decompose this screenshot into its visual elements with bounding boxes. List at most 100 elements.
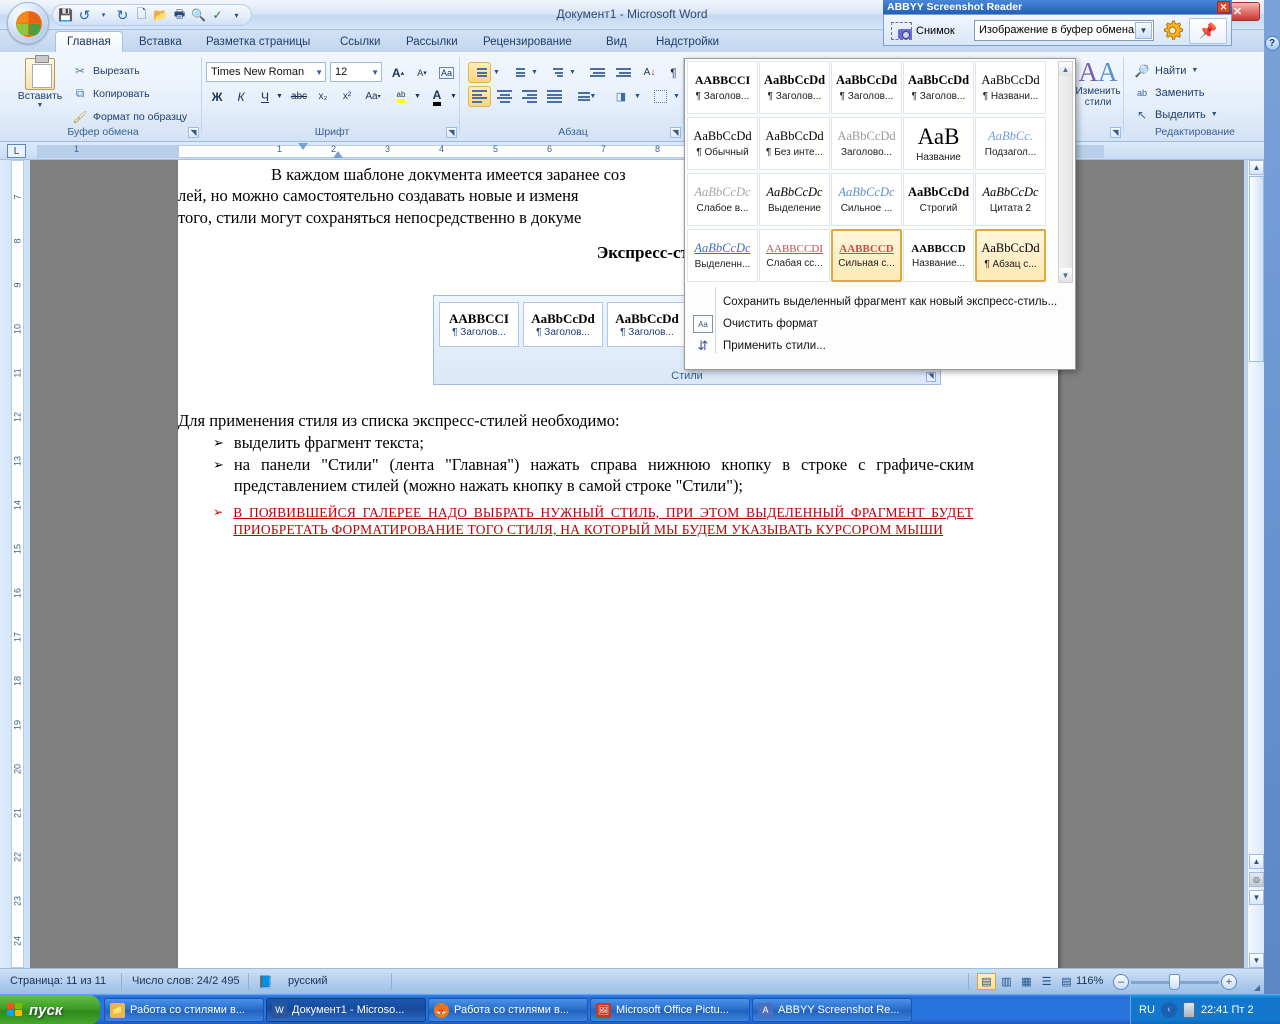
chevron-down-icon[interactable]: ▼ xyxy=(1135,22,1152,39)
select-browse-object-button[interactable]: ◎ xyxy=(1249,872,1264,887)
styles-dialog-launcher[interactable]: ◥ xyxy=(1110,127,1121,138)
grow-font-button[interactable]: A ▴ xyxy=(387,62,409,83)
tab-view[interactable]: Вид xyxy=(595,31,638,52)
justify-button[interactable] xyxy=(543,86,566,107)
document-vertical-scrollbar[interactable]: ▲ ▲ ◎ ▼ ▼ xyxy=(1247,160,1264,968)
style-cell-4[interactable]: AaBbCcDd ¶ Заголов... xyxy=(903,61,974,114)
underline-button[interactable]: Ч xyxy=(254,86,276,107)
increase-indent-button[interactable] xyxy=(612,62,635,83)
tab-selector-button[interactable]: L xyxy=(7,144,26,158)
font-color-button[interactable]: A xyxy=(426,86,448,107)
align-center-button[interactable] xyxy=(493,86,516,107)
style-cell-15[interactable]: AaBbCcDc Цитата 2 xyxy=(975,173,1046,226)
hanging-indent-marker[interactable] xyxy=(333,151,343,158)
tab-mailings[interactable]: Рассылки xyxy=(395,31,469,52)
numbering-dropdown-icon[interactable]: ▼ xyxy=(529,62,540,83)
tray-language-indicator[interactable]: RU xyxy=(1139,1004,1155,1016)
taskbar-button-3[interactable]: 🦊 Работа со стилями в... xyxy=(428,998,588,1022)
font-color-dropdown-icon[interactable]: ▼ xyxy=(448,86,459,107)
highlight-dropdown-icon[interactable]: ▼ xyxy=(412,86,423,107)
style-cell-8[interactable]: AaBbCcDd Заголово... xyxy=(831,117,902,170)
zoom-in-button[interactable]: + xyxy=(1221,974,1237,990)
menu-apply-styles[interactable]: ⇵ Применить стили... xyxy=(687,335,1075,357)
font-dialog-launcher[interactable]: ◥ xyxy=(446,127,457,138)
style-cell-2[interactable]: AaBbCcDd ¶ Заголов... xyxy=(759,61,830,114)
scroll-down-button[interactable]: ▼ xyxy=(1249,953,1264,968)
view-full-screen-reading-button[interactable]: ▥ xyxy=(997,973,1016,990)
tab-home[interactable]: Главная xyxy=(55,31,123,52)
scroll-thumb[interactable] xyxy=(1249,176,1264,362)
align-left-button[interactable] xyxy=(468,86,491,107)
style-cell-1[interactable]: AABBCCI ¶ Заголов... xyxy=(687,61,758,114)
align-right-button[interactable] xyxy=(518,86,541,107)
font-name-dropdown-icon[interactable]: ▼ xyxy=(315,68,323,77)
browse-next-button[interactable]: ▼ xyxy=(1249,890,1264,905)
zoom-slider-handle[interactable] xyxy=(1169,974,1180,990)
taskbar-button-5[interactable]: A ABBYY Screenshot Re... xyxy=(752,998,912,1022)
taskbar-button-2[interactable]: W Документ1 - Microso... xyxy=(266,998,426,1022)
style-cell-12[interactable]: AaBbCcDc Выделение xyxy=(759,173,830,226)
change-case-button[interactable]: Aa ▾ xyxy=(360,86,386,107)
styles-gallery-dropdown[interactable]: AABBCCI ¶ Заголов... AaBbCcDd ¶ Заголов...… xyxy=(684,58,1076,370)
style-cell-6[interactable]: AaBbCcDd ¶ Обычный xyxy=(687,117,758,170)
numbering-button[interactable] xyxy=(506,62,529,83)
change-styles-button[interactable]: AA Изменить стили xyxy=(1072,58,1124,108)
gallery-scroll-down-button[interactable]: ▼ xyxy=(1059,268,1072,282)
style-cell-7[interactable]: AaBbCcDd ¶ Без инте... xyxy=(759,117,830,170)
tab-addins[interactable]: Надстройки xyxy=(645,31,730,52)
abbyy-mode-select[interactable]: Изображение в буфер обмена ▼ xyxy=(974,20,1154,41)
abbyy-pin-button[interactable]: 📌 xyxy=(1189,18,1227,44)
style-cell-10[interactable]: AaBbCc. Подзагол... xyxy=(975,117,1046,170)
bold-button[interactable]: Ж xyxy=(206,86,228,107)
style-cell-11[interactable]: AaBbCcDc Слабое в... xyxy=(687,173,758,226)
font-size-dropdown-icon[interactable]: ▼ xyxy=(371,68,379,77)
view-outline-button[interactable]: ☰ xyxy=(1037,973,1056,990)
line-spacing-button[interactable]: ▼ xyxy=(572,86,602,107)
font-size-input[interactable]: 12 ▼ xyxy=(330,62,382,82)
taskbar-button-1[interactable]: 📁 Работа со стилями в... xyxy=(104,998,264,1022)
tab-page-layout[interactable]: Разметка страницы xyxy=(195,31,321,52)
format-painter-button[interactable]: 🖌 Формат по образцу xyxy=(72,106,187,127)
italic-button[interactable]: К xyxy=(230,86,252,107)
style-cell-13[interactable]: AaBbCcDc Сильное ... xyxy=(831,173,902,226)
abbyy-snapshot-button[interactable]: Снимок xyxy=(887,18,959,43)
start-button[interactable]: пуск xyxy=(0,995,100,1024)
clear-formatting-button[interactable]: Aa xyxy=(435,62,458,83)
tab-review[interactable]: Рецензирование xyxy=(472,31,583,52)
word-count[interactable]: Число слов: 24/2 495 xyxy=(132,975,240,987)
cut-button[interactable]: ✂ Вырезать xyxy=(72,60,140,81)
style-cell-3[interactable]: AaBbCcDd ¶ Заголов... xyxy=(831,61,902,114)
copy-button[interactable]: ⧉ Копировать xyxy=(72,83,150,104)
language-indicator[interactable]: русский xyxy=(288,975,327,987)
bullets-button[interactable] xyxy=(468,62,491,83)
vertical-ruler[interactable]: 7 8 9 10 11 12 13 14 15 16 17 18 19 20 2… xyxy=(0,160,30,968)
strikethrough-button[interactable]: abc xyxy=(288,86,310,107)
help-button[interactable]: ? xyxy=(1264,30,1280,56)
gallery-scroll-up-button[interactable]: ▲ xyxy=(1059,62,1072,76)
style-cell-14[interactable]: AaBbCcDd Строгий xyxy=(903,173,974,226)
zoom-out-button[interactable]: – xyxy=(1113,974,1129,990)
clipboard-dialog-launcher[interactable]: ◥ xyxy=(188,127,199,138)
first-line-indent-marker[interactable] xyxy=(298,143,308,150)
select-button[interactable]: ↖ Выделить ▼ xyxy=(1134,104,1218,125)
style-cell-16[interactable]: AaBbCcDc Выделенн... xyxy=(687,229,758,282)
style-cell-17[interactable]: AABBCCDI Слабая сс... xyxy=(759,229,830,282)
tab-insert[interactable]: Вставка xyxy=(128,31,193,52)
tab-references[interactable]: Ссылки xyxy=(329,31,392,52)
decrease-indent-button[interactable] xyxy=(586,62,609,83)
abbyy-close-button[interactable]: ✕ xyxy=(1217,1,1230,13)
browse-previous-button[interactable]: ▲ xyxy=(1249,854,1264,869)
resize-grip-icon[interactable]: ◢ xyxy=(1254,983,1260,992)
shrink-font-button[interactable]: A ▾ xyxy=(411,62,433,83)
menu-clear-formatting[interactable]: Aa Очистить формат xyxy=(687,313,1075,335)
replace-button[interactable]: ab Заменить xyxy=(1134,82,1204,103)
abbyy-screenshot-reader-window[interactable]: ABBYY Screenshot Reader ✕ Снимок Изображ… xyxy=(883,0,1232,46)
style-cell-19[interactable]: AABBCCD Название... xyxy=(903,229,974,282)
borders-button[interactable] xyxy=(649,86,671,107)
zoom-level[interactable]: 116% xyxy=(1076,975,1103,987)
style-cell-20[interactable]: AaBbCcDd ¶ Абзац с... xyxy=(975,229,1046,282)
highlight-button[interactable]: ab xyxy=(390,86,412,107)
page-indicator[interactable]: Страница: 11 из 11 xyxy=(10,975,106,987)
sort-button[interactable]: A↓ xyxy=(638,62,661,83)
show-marks-button[interactable]: ¶ xyxy=(662,62,685,83)
